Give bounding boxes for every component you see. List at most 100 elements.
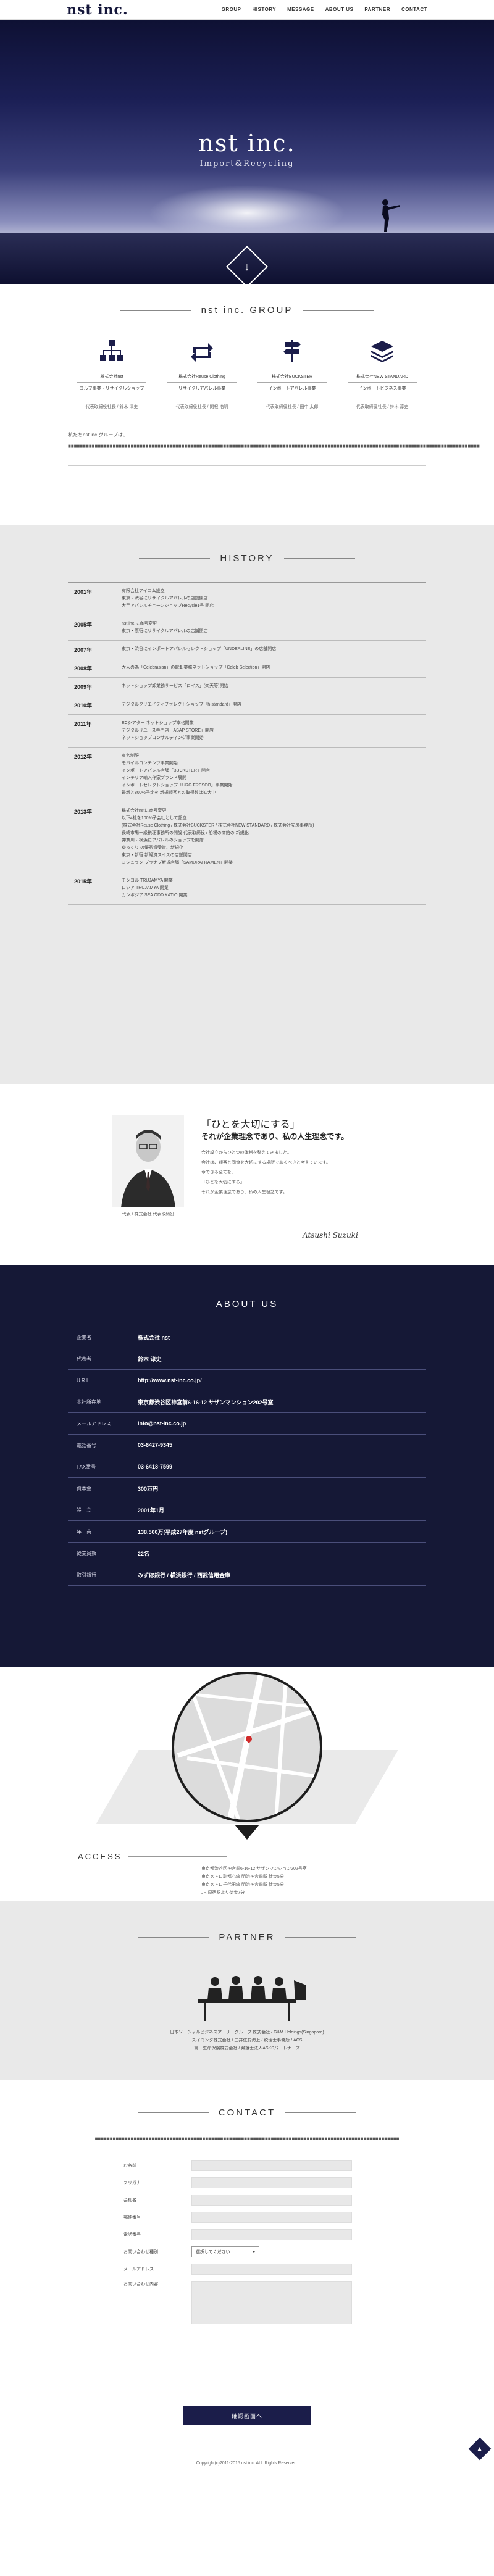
nav-contact[interactable]: CONTACT [401, 7, 427, 12]
history-year: 2011年 [74, 721, 92, 727]
about-row: FAX番号 03-6418-7599 [68, 1456, 426, 1478]
about-key: 従業員数 [77, 1550, 96, 1556]
history-events: ECシアター ネットショップ本格開業デジタルリユース専門店「ASAP STORE… [115, 720, 426, 742]
company-field[interactable] [191, 2195, 352, 2206]
history-event: ミシュラン プラナブ新規店舗「SAMURAI RAMEN」開業 [122, 861, 233, 865]
history-event: 東京・原宿にリサイクルアパレルの店舗開店 [122, 629, 208, 633]
about-value: 鈴木 淳史 [125, 1348, 426, 1369]
history-event: 大手アパレルチェーンショップRecycle1号 開店 [122, 604, 214, 608]
message-quote: 「ひとを大切にする」 [201, 1119, 300, 1130]
message-textarea[interactable] [191, 2281, 352, 2324]
history-year: 2001年 [74, 589, 93, 595]
page-top-button[interactable]: ▲ [468, 2437, 492, 2461]
history-event: 大人の為「Celebrasian」の靴卸業務ネットショップ「Celeb Sele… [122, 665, 270, 670]
about-row: 従業員数 22名 [68, 1543, 426, 1564]
group-section: nst inc. GROUP 株式会社nst ゴルフ事業・リサイクルショップ 代… [0, 284, 494, 525]
about-table: 企業名 株式会社 nst 代表者 鈴木 淳史 U R L http://www.nst-i… [68, 1327, 426, 1586]
hero: nst inc. Import&Recycling ↓ [0, 0, 494, 284]
history-event: 東京・渋谷にインポートアパレルセレクトショップ「UNDERLINE」の店舗開店 [122, 647, 277, 651]
history-event: モンゴル TRUJAMYA 開業 [122, 878, 173, 883]
org-chart-icon [77, 334, 146, 367]
partner-heading: PARTNER [0, 1901, 494, 1955]
about-row: メールアドレス info@nst-inc.co.jp [68, 1413, 426, 1435]
history-event: デジタルリユース専門店「ASAP STORE」開店 [122, 728, 214, 733]
map-pointer [235, 1825, 259, 1840]
horizon-glow [148, 185, 346, 241]
history-row: 2009年 ネットショップ卸業務サービス「ロイス」(楽天等)開始 [68, 678, 426, 696]
logo[interactable]: nst inc. [67, 2, 128, 18]
about-row: 設 立 2001年1月 [68, 1499, 426, 1521]
history-event: ロシア TRUJAMYA 開業 [122, 886, 169, 890]
history-row: 2012年 有名制服 モバイルコンテンツ事業開始 インポートアパレル店舗「BUCKST… [68, 748, 426, 802]
history-row: 2007年 東京・渋谷にインポートアパレルセレクトショップ「UNDERLINE」の… [68, 641, 426, 659]
hero-title: nst inc. [198, 130, 296, 157]
history-event: 株式会社nstに商号変更 [122, 809, 167, 813]
kana-field[interactable] [191, 2177, 352, 2188]
contact-heading: CONTACT [0, 2080, 494, 2130]
about-value: みずほ銀行 / 横浜銀行 / 西武信用金庫 [125, 1564, 426, 1585]
signature: Atsushi Suzuki [303, 1231, 358, 1240]
group-item: 株式会社Reuse Clothing リサイクルアパレル事業 代表取締役社長 /… [167, 334, 237, 410]
about-key: 本社所在地 [77, 1399, 101, 1405]
contact-section: CONTACT ■■■■■■■■■■■■■■■■■■■■■■■■■■■■■■■■… [0, 2080, 494, 2477]
about-value: info@nst-inc.co.jp [125, 1413, 426, 1434]
history-row: 2005年 nst inc.に商号変更 東京・原宿にリサイクルアパレルの店舗開店 [68, 615, 426, 641]
about-value: 株式会社 nst [125, 1327, 426, 1348]
silhouette-icon [382, 199, 400, 232]
nav-partner[interactable]: PARTNER [364, 7, 390, 12]
history-heading: HISTORY [0, 532, 494, 576]
confirm-button[interactable]: 確認画面へ [183, 2406, 311, 2425]
phone-field[interactable] [191, 2229, 352, 2240]
history-event: モバイルコンテンツ事業開始 [122, 761, 178, 765]
history-event: 長崎市場一級税理事務所の開設 代表取締役 / 船場の商館の 新規化 [122, 831, 249, 835]
layers-icon [348, 334, 417, 367]
group-list: 株式会社nst ゴルフ事業・リサイクルショップ 代表取締役社長 / 鈴木 淳史 … [0, 334, 494, 410]
nav-about[interactable]: ABOUT US [325, 7, 354, 12]
name-field[interactable] [191, 2160, 352, 2171]
about-key: FAX番号 [77, 1464, 96, 1470]
about-value: 03-6427-9345 [125, 1435, 426, 1456]
group-item: 株式会社NEW STANDARD インポートビジネス事業 代表取締役社長 / 鈴… [348, 334, 417, 410]
message-subquote: それが企業理念であり、私の人生理念です。 [201, 1132, 349, 1141]
map-circle[interactable] [172, 1672, 322, 1822]
history-event: インポートセレクトショップ「URG FRESCO」事業開始 [122, 783, 233, 788]
history-events: モンゴル TRUJAMYA 開業 ロシア TRUJAMYA 開業 カンボジア SEA… [115, 877, 426, 899]
map-section: ACCESS 東京都渋谷区神宮前6-16-12 サザンマンション202号室 東京… [0, 1667, 494, 1901]
access-lines: 東京都渋谷区神宮前6-16-12 サザンマンション202号室 東京メトロ副都心線… [201, 1867, 307, 1895]
history-year: 2013年 [74, 809, 93, 815]
contact-form: お名前 フリガナ 会社名 郵便番号 電話番号 お問い合わせ種別 選択してください ▾… [124, 2160, 371, 2324]
email-field[interactable] [191, 2264, 352, 2275]
history-event: インテリア輸入作家ブランド展開 [122, 776, 186, 780]
message-section: 代表 / 株式会社 代表取締役 「ひとを大切にする」 それが企業理念であり、私の… [0, 1084, 494, 1265]
hero-tagline: Import&Recycling [199, 159, 295, 169]
about-key: 資本金 [77, 1485, 91, 1491]
nav-group[interactable]: GROUP [222, 7, 241, 12]
history-year: 2008年 [74, 665, 93, 672]
history-event: 東京・渋谷にリサイクルアパレルの店舗開店 [122, 596, 208, 601]
about-row: U R L http://www.nst-inc.co.jp/ [68, 1370, 426, 1391]
hero-brand: nst inc. Import&Recycling [0, 130, 494, 169]
about-section: ABOUT US 企業名 株式会社 nst 代表者 鈴木 淳史 U R L http://… [0, 1265, 494, 1667]
about-value: 03-6418-7599 [125, 1456, 426, 1477]
postal-field[interactable] [191, 2212, 352, 2223]
group-item: 株式会社BUCKSTER インポートアパレル事業 代表取締役社長 / 田中 太郎 [257, 334, 327, 410]
about-row: 資本金 300万円 [68, 1478, 426, 1499]
partner-list: 日本ソーシャルビジネスアーリーグループ 株式会社 / G&M Holdings(… [170, 2030, 324, 2051]
about-row: 年 商 138,500万(平成27年度 nstグループ) [68, 1521, 426, 1543]
about-key: 電話番号 [77, 1442, 96, 1448]
history-event: 以下4社を100%子会社として設立 [122, 816, 187, 820]
history-event: ECシアター ネットショップ本格開業 [122, 721, 194, 725]
history-events: ネットショップ卸業務サービス「ロイス」(楽天等)開始 [115, 683, 426, 691]
history-year: 2010年 [74, 702, 93, 709]
about-row: 電話番号 03-6427-9345 [68, 1435, 426, 1456]
history-events: 株式会社nstに商号変更 以下4社を100%子会社として設立 (株式会社Reuse … [115, 807, 426, 867]
about-key: メールアドレス [77, 1420, 111, 1427]
history-event: デジタルクリエイティブセレクトショップ「h-standard」開店 [122, 702, 241, 707]
history-event: ネットショップコンサルティング事業開始 [122, 736, 204, 740]
inquiry-type-select[interactable]: 選択してください ▾ [191, 2246, 259, 2257]
history-event: ネットショップ卸業務サービス「ロイス」(楽天等)開始 [122, 684, 228, 688]
nav-history[interactable]: HISTORY [252, 7, 276, 12]
history-event: 最新と800%予定を 新規顧客との取得数は拡大中 [122, 791, 216, 795]
history-table: 2001年 有限会社アイコム設立 東京・渋谷にリサイクルアパレルの店舗開店 大手アパレ… [68, 582, 426, 905]
nav-message[interactable]: MESSAGE [287, 7, 314, 12]
